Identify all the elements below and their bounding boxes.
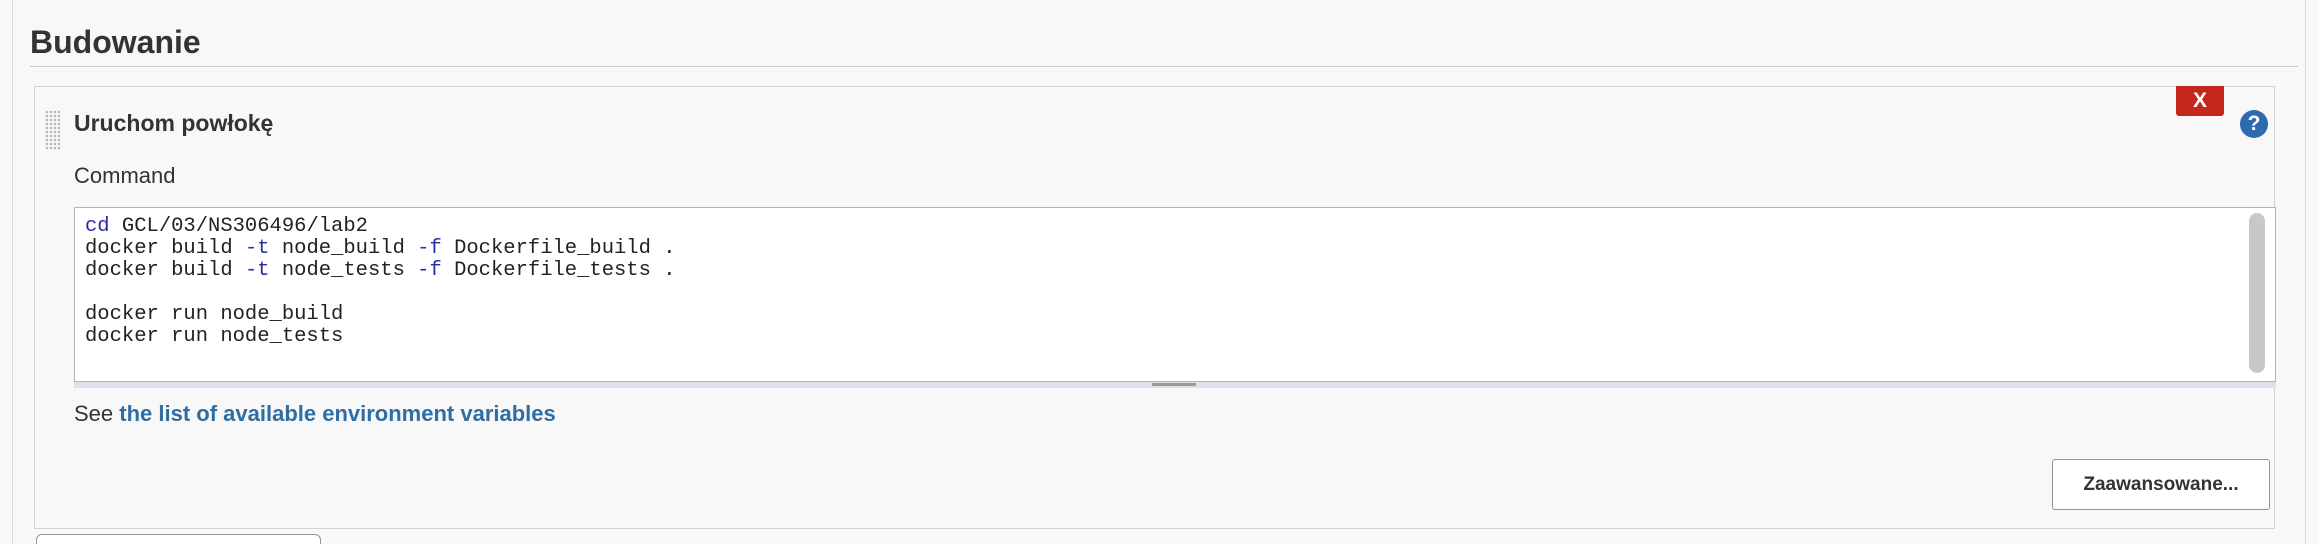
env-variables-hint: See the list of available environment va…	[74, 400, 556, 428]
code-text: docker build	[85, 259, 245, 282]
code-text: Dockerfile_build .	[441, 237, 676, 260]
code-text: docker run node_tests	[85, 325, 344, 348]
resize-grip-icon	[1152, 383, 1196, 386]
code-text: node_build	[269, 237, 418, 260]
right-divider	[2305, 0, 2306, 544]
code-keyword: -f	[417, 237, 442, 260]
left-divider	[12, 0, 13, 544]
section-title: Budowanie	[30, 24, 201, 60]
code-text: docker run node_build	[85, 303, 344, 326]
code-text: docker build	[85, 237, 245, 260]
delete-step-button[interactable]: X	[2176, 86, 2224, 116]
code-line: cd GCL/03/NS306496/lab2	[85, 216, 676, 238]
code-line: docker run node_tests	[85, 326, 676, 348]
code-line: docker build -t node_build -f Dockerfile…	[85, 238, 676, 260]
code-text: Dockerfile_tests .	[441, 259, 676, 282]
code-line: docker build -t node_tests -f Dockerfile…	[85, 260, 676, 282]
code-text: node_tests	[269, 259, 418, 282]
advanced-button[interactable]: Zaawansowane...	[2052, 459, 2270, 510]
drag-handle-icon[interactable]	[45, 110, 61, 150]
build-step-title: Uruchom powłokę	[74, 110, 274, 136]
command-label: Command	[74, 163, 176, 188]
env-variables-link[interactable]: the list of available environment variab…	[119, 401, 556, 426]
add-step-button[interactable]	[36, 534, 321, 544]
code-keyword: -f	[417, 259, 442, 282]
env-hint-prefix: See	[74, 401, 120, 426]
help-icon[interactable]: ?	[2240, 110, 2268, 138]
code-keyword: cd	[85, 215, 110, 238]
command-editor[interactable]: cd GCL/03/NS306496/lab2 docker build -t n…	[74, 207, 2276, 388]
code-keyword: -t	[244, 259, 270, 282]
section-divider	[30, 66, 2298, 67]
code-line: docker run node_build	[85, 304, 676, 326]
code-text: GCL/03/NS306496/lab2	[109, 215, 368, 238]
job-config-page: Budowanie Uruchom powłokę X ? Command cd…	[0, 0, 2318, 544]
editor-scrollbar[interactable]	[2249, 213, 2265, 373]
command-code[interactable]: cd GCL/03/NS306496/lab2 docker build -t n…	[85, 216, 676, 348]
code-keyword: -t	[244, 237, 270, 260]
